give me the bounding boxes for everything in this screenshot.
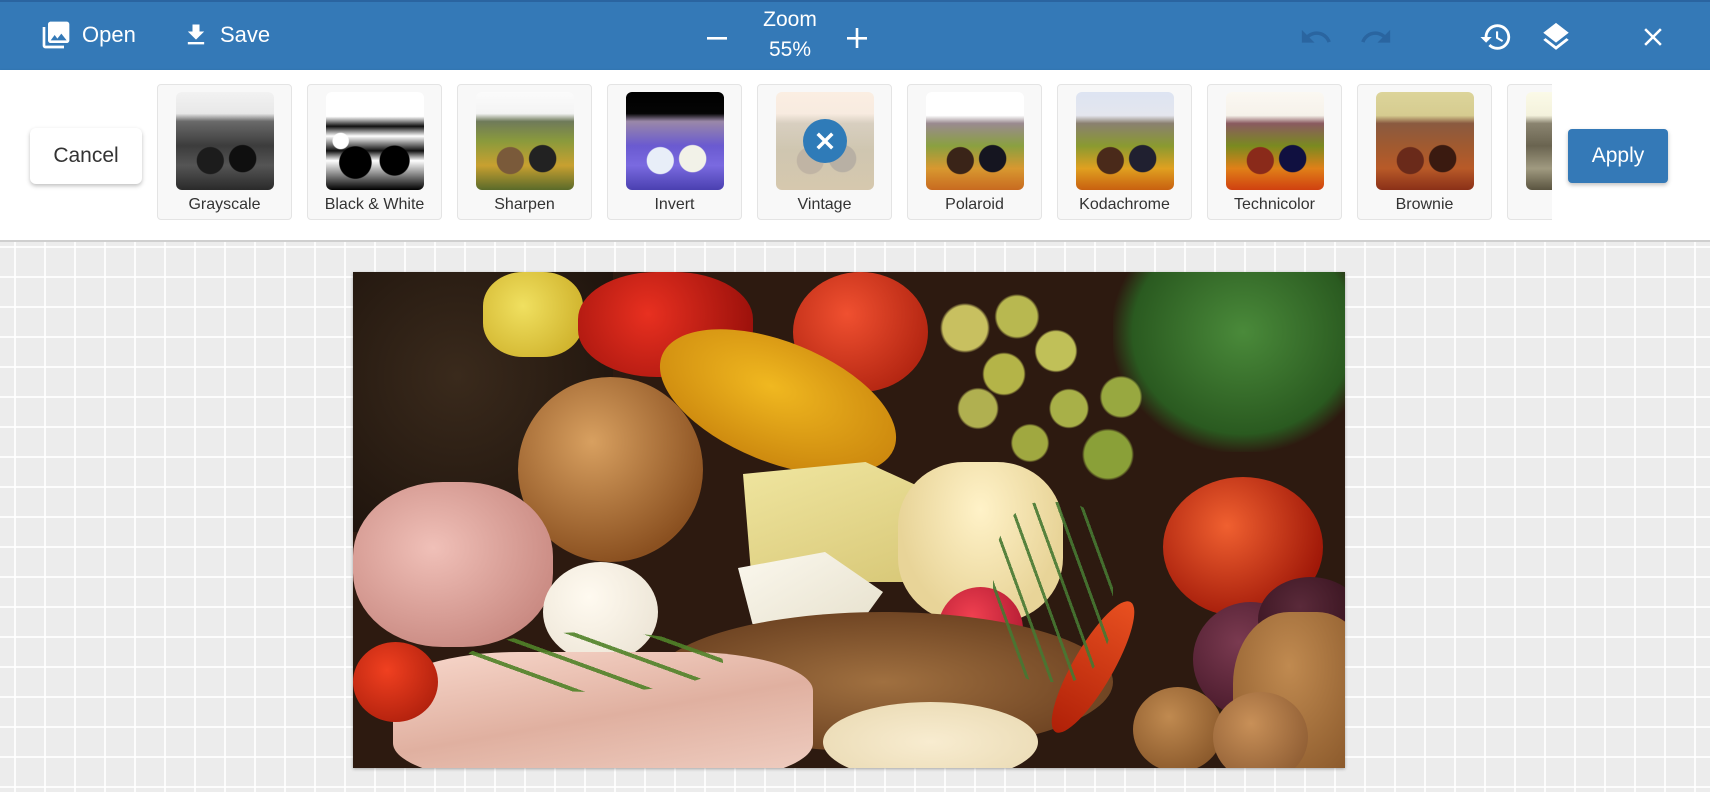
filter-technicolor[interactable]: Technicolor	[1207, 84, 1342, 220]
close-button[interactable]	[1635, 19, 1671, 55]
filter-label: Vintage	[797, 196, 852, 213]
edited-photo[interactable]	[353, 272, 1345, 768]
open-label: Open	[82, 22, 136, 47]
filter-brownie[interactable]: Brownie	[1357, 84, 1492, 220]
filter-vintage[interactable]: Vintage	[757, 84, 892, 220]
filter-label: Black & White	[324, 196, 425, 213]
open-button[interactable]: Open	[40, 16, 136, 54]
filter-label: Brownie	[1395, 196, 1454, 213]
filter-invert[interactable]: Invert	[607, 84, 742, 220]
filter-kodachrome[interactable]: Kodachrome	[1057, 84, 1192, 220]
apply-button[interactable]: Apply	[1568, 129, 1668, 183]
canvas-workspace[interactable]	[0, 242, 1710, 792]
image-library-icon	[40, 19, 72, 51]
filter-thumbnail	[1376, 92, 1474, 190]
download-icon	[182, 19, 210, 51]
filter-label: Invert	[654, 196, 695, 213]
filter-thumbnail	[926, 92, 1024, 190]
layers-button[interactable]	[1538, 19, 1574, 55]
close-icon	[1644, 28, 1662, 46]
top-toolbar: Open Save Zoom 55%	[0, 0, 1710, 70]
zoom-control: Zoom 55%	[690, 4, 890, 70]
save-button[interactable]: Save	[182, 16, 270, 54]
filter-thumbnail	[1076, 92, 1174, 190]
filter-thumbnail	[1526, 92, 1552, 190]
filter-bar: Cancel Grayscale Black & White Sharpen I…	[0, 70, 1710, 242]
plus-icon	[847, 28, 867, 48]
history-button[interactable]	[1478, 19, 1514, 55]
filter-label: Technicolor	[1234, 196, 1315, 213]
filter-label: Kodachrome	[1079, 196, 1170, 213]
redo-button[interactable]	[1358, 19, 1394, 55]
filter-thumbnail	[476, 92, 574, 190]
save-label: Save	[220, 22, 271, 47]
selected-filter-remove-button[interactable]	[803, 119, 847, 163]
filter-list[interactable]: Grayscale Black & White Sharpen Invert V…	[157, 84, 1552, 222]
cancel-button[interactable]: Cancel	[30, 128, 142, 184]
history-icon	[1480, 24, 1511, 50]
close-icon	[816, 132, 834, 150]
redo-icon	[1361, 29, 1391, 43]
filter-thumbnail	[176, 92, 274, 190]
filter-thumbnail	[626, 92, 724, 190]
filter-sharpen[interactable]: Sharpen	[457, 84, 592, 220]
filter-label: Grayscale	[188, 196, 261, 213]
undo-button[interactable]	[1298, 19, 1334, 55]
filter-thumbnail	[326, 92, 424, 190]
filter-label: Polaroid	[945, 196, 1004, 213]
filter-label: Sharpen	[494, 196, 555, 213]
filter-next-partial[interactable]	[1507, 84, 1552, 220]
filter-black-white[interactable]: Black & White	[307, 84, 442, 220]
layers-icon	[1543, 22, 1569, 50]
filter-thumbnail	[776, 92, 874, 190]
zoom-in-button[interactable]	[841, 22, 873, 54]
filter-grayscale[interactable]: Grayscale	[157, 84, 292, 220]
filter-thumbnail	[1226, 92, 1324, 190]
filter-polaroid[interactable]: Polaroid	[907, 84, 1042, 220]
undo-icon	[1301, 29, 1331, 43]
